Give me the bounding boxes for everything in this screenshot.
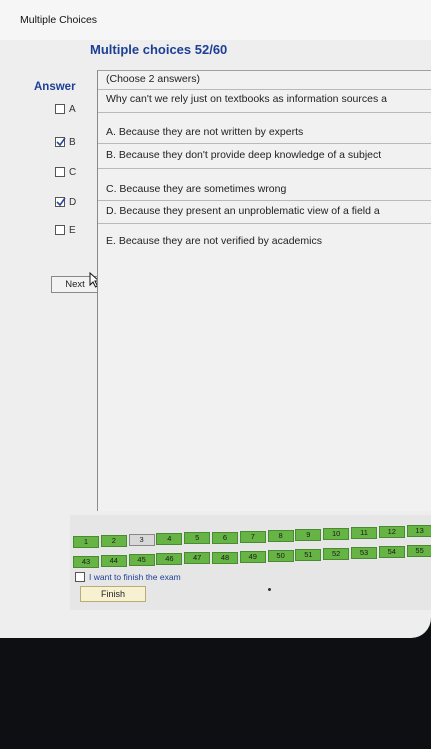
question-instruction: (Choose 2 answers) [106, 73, 200, 85]
divider [98, 200, 431, 201]
screen: Multiple Choices Multiple choices 52/60 … [0, 0, 431, 638]
window-title: Multiple Choices [20, 14, 98, 26]
finish-checkbox[interactable] [75, 572, 85, 582]
question-number-button[interactable]: 46 [156, 553, 183, 566]
finish-button[interactable]: Finish [80, 586, 146, 602]
option-letter: A [69, 103, 76, 115]
checkbox-c[interactable] [55, 167, 65, 177]
question-number-button[interactable]: 8 [267, 529, 294, 542]
divider [98, 168, 431, 169]
question-number-button[interactable]: 50 [267, 549, 294, 562]
question-number-button[interactable]: 53 [351, 547, 377, 559]
question-number-button[interactable]: 3 [128, 534, 155, 547]
checkmark-icon [56, 197, 66, 207]
answer-option-e[interactable]: E [55, 222, 76, 238]
divider [98, 89, 431, 90]
question-number-button[interactable]: 6 [212, 531, 238, 544]
question-panel: (Choose 2 answers) Why can't we rely jus… [97, 70, 431, 511]
checkbox-a[interactable] [55, 104, 65, 114]
question-number-button[interactable]: 48 [212, 551, 238, 564]
answer-option-d[interactable]: D [55, 194, 76, 210]
option-letter: D [69, 196, 77, 208]
question-number-button[interactable]: 45 [128, 554, 155, 567]
question-number-button[interactable]: 47 [184, 552, 211, 565]
question-number-button[interactable]: 54 [378, 546, 405, 559]
choice-c: C. Because they are sometimes wrong [106, 183, 287, 195]
choice-e: E. Because they are not verified by acad… [106, 235, 322, 247]
divider [98, 223, 431, 224]
question-number-button[interactable]: 11 [351, 527, 377, 539]
question-number-button[interactable]: 7 [239, 530, 266, 543]
question-number-button[interactable]: 5 [184, 532, 211, 545]
choice-d: D. Because they present an unproblematic… [106, 205, 380, 217]
choice-a: A. Because they are not written by exper… [106, 126, 304, 138]
answer-option-c[interactable]: C [55, 164, 76, 180]
question-number-button[interactable]: 10 [323, 527, 350, 540]
question-number-button[interactable]: 49 [239, 550, 266, 563]
question-number-button[interactable]: 13 [406, 525, 431, 538]
checkbox-e[interactable] [55, 225, 65, 235]
title-bar: Multiple Choices [0, 0, 431, 40]
answer-option-a[interactable]: A [55, 101, 76, 117]
question-number-button[interactable]: 51 [295, 548, 322, 561]
divider [98, 112, 431, 113]
divider [98, 143, 431, 144]
question-number-button[interactable]: 52 [323, 547, 350, 560]
choice-b: B. Because they don't provide deep knowl… [106, 149, 382, 161]
checkmark-icon [56, 137, 66, 147]
exam-heading: Multiple choices 52/60 [90, 42, 228, 57]
question-number-button[interactable]: 9 [295, 528, 322, 541]
answer-option-b[interactable]: B [55, 134, 76, 150]
question-number-button[interactable]: 44 [100, 555, 127, 568]
checkbox-d[interactable] [55, 197, 66, 207]
checkbox-b[interactable] [55, 137, 66, 147]
option-letter: E [69, 224, 76, 236]
question-prompt: Why can't we rely just on textbooks as i… [106, 93, 387, 105]
question-number-button[interactable]: 55 [406, 545, 431, 558]
question-number-button[interactable]: 2 [100, 535, 127, 548]
finish-checkbox-label: I want to finish the exam [89, 572, 181, 582]
finish-checkbox-row[interactable]: I want to finish the exam [75, 572, 181, 582]
screen-speck [268, 588, 271, 591]
option-letter: B [69, 136, 76, 148]
option-letter: C [69, 166, 77, 178]
question-number-button[interactable]: 1 [73, 536, 99, 548]
question-number-button[interactable]: 43 [73, 556, 99, 568]
answer-label: Answer [34, 81, 76, 93]
question-number-button[interactable]: 12 [378, 526, 405, 539]
question-number-button[interactable]: 4 [156, 533, 183, 546]
